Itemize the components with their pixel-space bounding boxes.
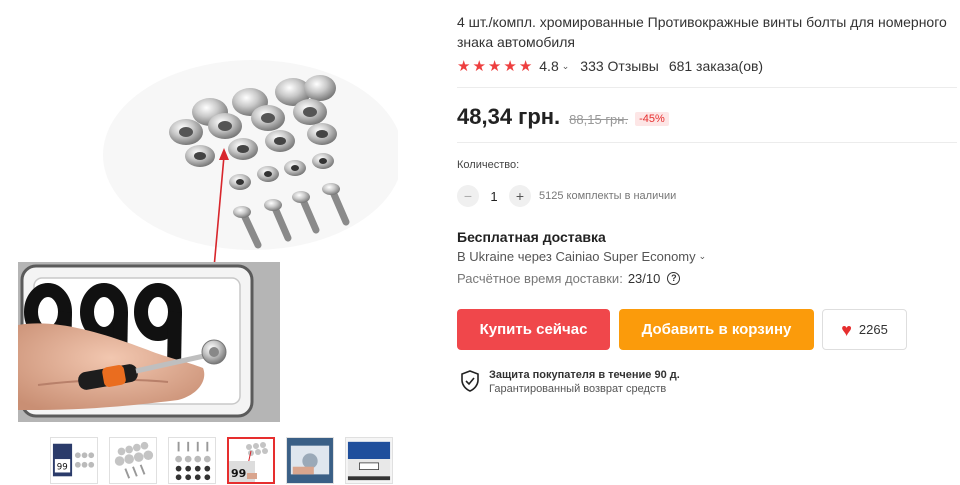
quantity-increase-button[interactable]: + (509, 185, 531, 207)
quantity-decrease-button[interactable]: − (457, 185, 479, 207)
protection-subtitle: Гарантированный возврат средств (489, 383, 667, 395)
thumbnail-3[interactable] (168, 437, 216, 484)
price-row: 48,34 грн. 88,15 грн. -45% (457, 104, 669, 132)
shield-check-icon (461, 370, 479, 392)
svg-text:99: 99 (231, 467, 246, 480)
thumbnail-5[interactable] (286, 437, 334, 484)
quantity-value[interactable]: 1 (479, 189, 509, 204)
add-to-cart-button[interactable]: Добавить в корзину (619, 309, 814, 350)
product-title: 4 шт./компл. хромированные Противокражны… (457, 14, 947, 50)
star-icon: ★ (472, 57, 486, 75)
stock-count: 5125 комплекты в наличии (539, 190, 677, 202)
heart-icon: ♥ (841, 319, 852, 340)
divider (457, 87, 957, 88)
product-gallery: 99 99 (0, 0, 420, 485)
quantity-stepper: − 1 + 5125 комплекты в наличии (457, 185, 676, 207)
shipping-title: Бесплатная доставка (457, 229, 606, 245)
thumbnail-strip: 99 99 (50, 437, 393, 484)
rating-stars: ★ ★ ★ ★ ★ (457, 59, 532, 74)
star-icon: ★ (487, 57, 502, 75)
old-price: 88,15 грн. (569, 112, 629, 127)
wishlist-button[interactable]: ♥ 2265 (822, 309, 907, 350)
delivery-time-value: 23/10 (627, 271, 661, 286)
divider (457, 142, 957, 143)
reviews-link[interactable]: 333 Отзывы (580, 58, 659, 74)
rating-row: ★ ★ ★ ★ ★ 4.8 ⌄ 333 Отзывы 681 заказа(ов… (457, 57, 763, 75)
thumbnail-6[interactable] (345, 437, 393, 484)
chevron-down-icon: ⌄ (698, 251, 707, 261)
delivery-estimate: Расчётное время доставки: 23/10 ? (457, 271, 681, 286)
thumbnail-1[interactable]: 99 (50, 437, 98, 484)
svg-text:99: 99 (57, 463, 68, 473)
buy-now-button[interactable]: Купить сейчас (457, 309, 610, 350)
help-icon[interactable]: ? (667, 272, 681, 285)
star-icon: ★ (457, 57, 471, 75)
chevron-down-icon[interactable]: ⌄ (562, 61, 570, 72)
product-info: 4 шт./компл. хромированные Противокражны… (457, 0, 957, 485)
current-price: 48,34 грн. (457, 104, 561, 129)
orders-count: 681 заказа(ов) (668, 58, 764, 74)
quantity-label: Количество: (457, 159, 520, 171)
thumbnail-2[interactable] (109, 437, 157, 484)
discount-badge: -45% (635, 112, 669, 126)
rating-value[interactable]: 4.8 (539, 58, 558, 74)
thumbnail-4-selected[interactable]: 99 (227, 437, 275, 484)
delivery-time-label: Расчётное время доставки: (457, 271, 623, 286)
main-product-image[interactable] (18, 50, 398, 425)
wishlist-count: 2265 (858, 322, 888, 337)
protection-title: Защита покупателя в течение 90 д. (489, 369, 680, 381)
shipping-method-selector[interactable]: В Ukraine через Cainiao Super Economy ⌄ (457, 249, 717, 264)
star-icon: ★ (503, 57, 517, 75)
shipping-method: В Ukraine через Cainiao Super Economy (457, 249, 696, 264)
buyer-protection: Защита покупателя в течение 90 д. Гарант… (460, 368, 680, 396)
star-icon: ★ (518, 57, 533, 75)
